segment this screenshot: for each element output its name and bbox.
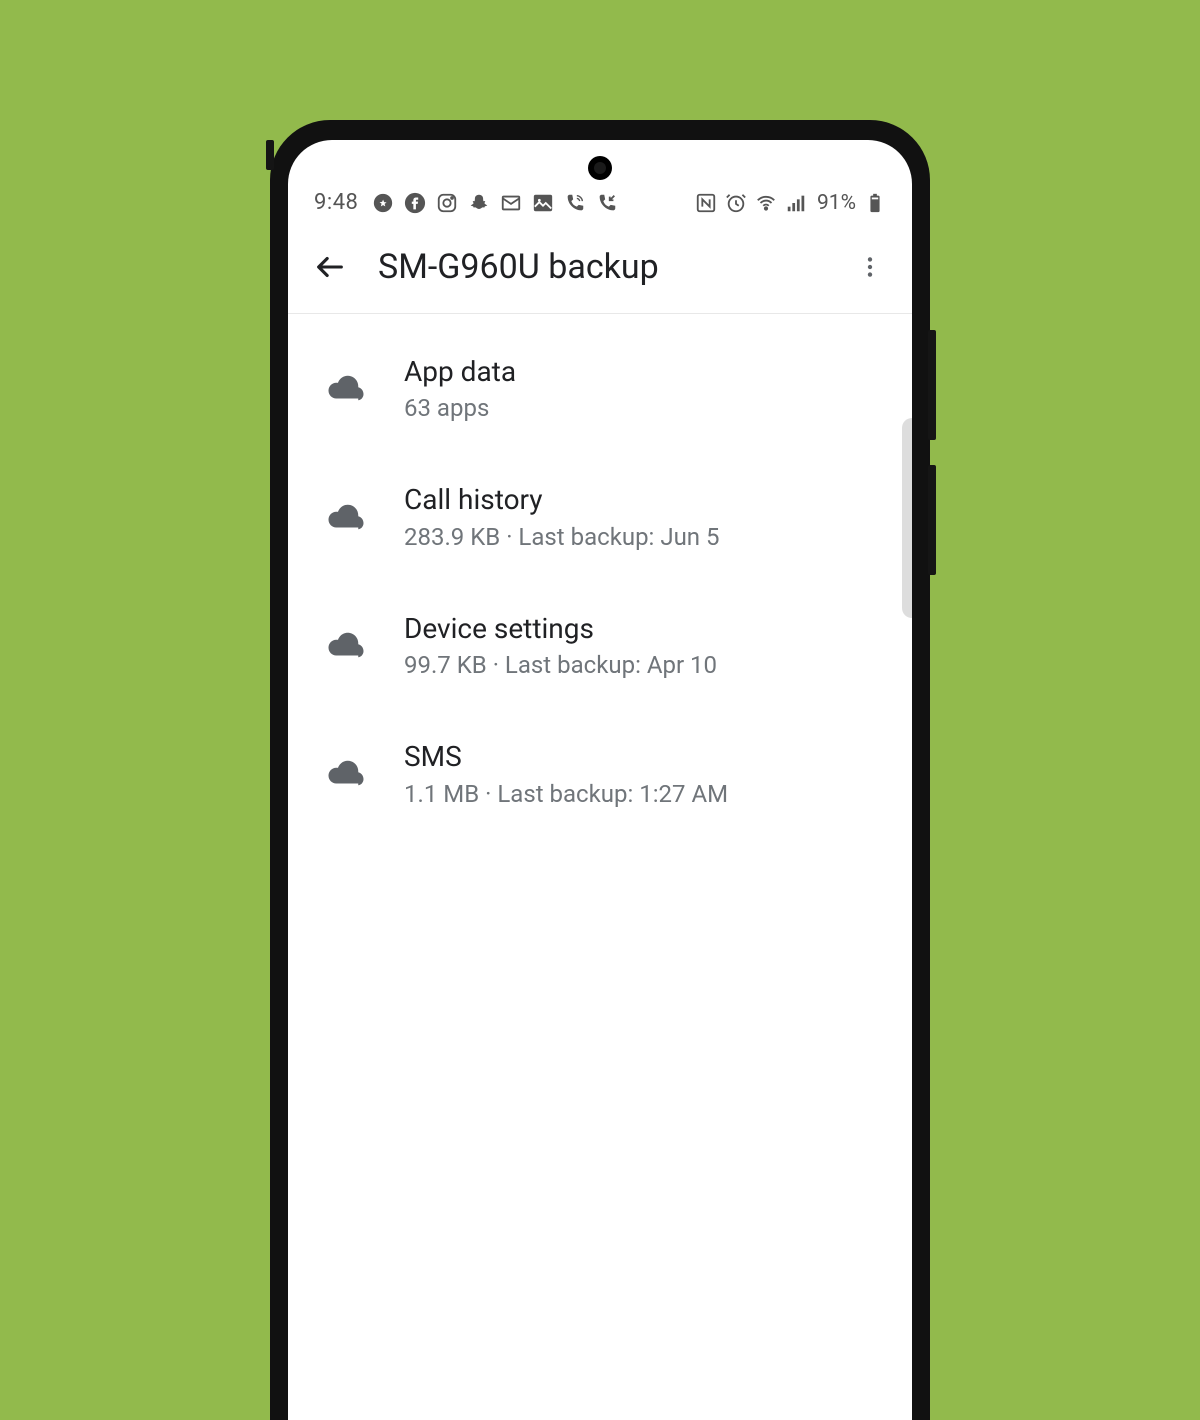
more-vert-icon xyxy=(857,254,883,280)
alarm-icon xyxy=(725,192,747,214)
battery-icon xyxy=(864,192,886,214)
wifi-icon xyxy=(755,192,777,214)
status-left: 9:48 xyxy=(314,190,618,215)
backup-list: App data 63 apps Call history 283.9 KB ·… xyxy=(288,314,912,848)
side-button xyxy=(266,140,274,170)
app-circle-icon xyxy=(372,192,394,214)
cloud-icon xyxy=(322,624,370,666)
item-subtitle: 1.1 MB · Last backup: 1:27 AM xyxy=(404,780,886,808)
side-button xyxy=(928,465,936,575)
arrow-left-icon xyxy=(313,250,347,284)
cloud-icon xyxy=(322,367,370,409)
item-subtitle: 283.9 KB · Last backup: Jun 5 xyxy=(404,523,886,551)
front-camera xyxy=(588,156,612,180)
phone-in-icon xyxy=(596,192,618,214)
item-subtitle: 99.7 KB · Last backup: Apr 10 xyxy=(404,651,886,679)
item-title: Call history xyxy=(404,482,886,518)
back-button[interactable] xyxy=(310,247,350,287)
app-bar: SM-G960U backup xyxy=(288,225,912,314)
instagram-icon xyxy=(436,192,458,214)
mail-icon xyxy=(500,192,522,214)
nfc-icon xyxy=(695,192,717,214)
list-item-call-history[interactable]: Call history 283.9 KB · Last backup: Jun… xyxy=(288,452,912,580)
battery-percent: 91% xyxy=(817,191,856,215)
screen: 9:48 xyxy=(288,140,912,1420)
cloud-icon xyxy=(322,496,370,538)
status-time: 9:48 xyxy=(314,190,358,215)
snapchat-icon xyxy=(468,192,490,214)
side-button xyxy=(928,330,936,440)
list-item-sms[interactable]: SMS 1.1 MB · Last backup: 1:27 AM xyxy=(288,709,912,837)
item-title: App data xyxy=(404,354,886,390)
list-item-device-settings[interactable]: Device settings 99.7 KB · Last backup: A… xyxy=(288,581,912,709)
status-right: 91% xyxy=(695,191,886,215)
photo-icon xyxy=(532,192,554,214)
signal-icon xyxy=(785,192,807,214)
status-bar: 9:48 xyxy=(288,140,912,225)
phone-frame: 9:48 xyxy=(270,120,930,1420)
list-item-app-data[interactable]: App data 63 apps xyxy=(288,324,912,452)
phone-wifi-icon xyxy=(564,192,586,214)
item-title: Device settings xyxy=(404,611,886,647)
page-title: SM-G960U backup xyxy=(378,247,850,287)
item-title: SMS xyxy=(404,739,886,775)
item-subtitle: 63 apps xyxy=(404,394,886,422)
more-options-button[interactable] xyxy=(850,247,890,287)
facebook-icon xyxy=(404,192,426,214)
cloud-icon xyxy=(322,752,370,794)
scroll-handle[interactable] xyxy=(902,418,912,618)
